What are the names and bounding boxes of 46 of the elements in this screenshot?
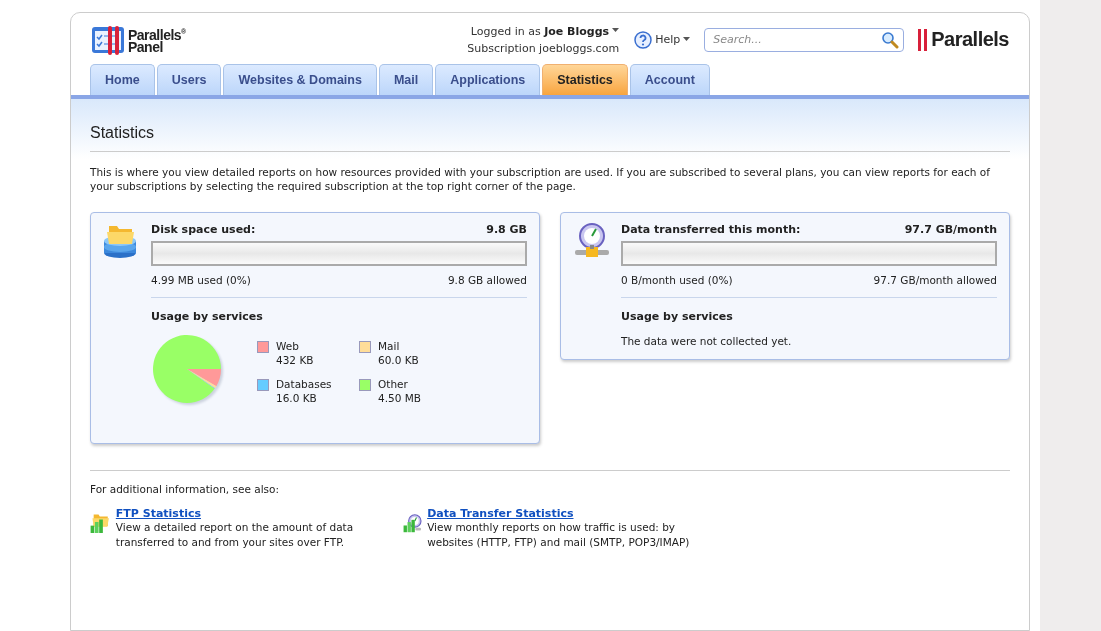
nav-tab[interactable]: Account <box>629 64 710 95</box>
search-icon <box>881 30 900 49</box>
legend-value: 432 KB <box>276 353 314 367</box>
nav-tab[interactable]: Mail <box>378 64 434 95</box>
allowed-text: 97.7 GB/month allowed <box>873 274 997 286</box>
brand-logo-text: Parallels <box>931 28 1009 51</box>
nav-tab[interactable]: Home <box>90 64 155 95</box>
legend-value: 16.0 KB <box>276 391 318 405</box>
gauge-network-icon <box>573 223 611 259</box>
total-value: 9.8 GB <box>486 223 527 236</box>
link-description: View monthly reports on how traffic is used: by websites (HTTP, FTP) and mail (SMTP, POP3/IMAP) <box>427 520 691 550</box>
search-field[interactable]: Search... <box>704 27 905 52</box>
section-heading: Usage by services <box>621 310 734 323</box>
intro-text: For additional information, see also: <box>90 483 280 495</box>
total-value: 97.7 GB/month <box>904 223 997 236</box>
help-menu[interactable]: Help <box>634 30 691 49</box>
nav-tab[interactable]: Applications <box>435 64 541 95</box>
legend-value: 60.0 KB <box>378 353 419 367</box>
report-link[interactable]: Data Transfer Statistics <box>427 507 574 520</box>
report-link[interactable]: FTP Statistics <box>115 507 201 520</box>
legend-label: Other <box>378 377 409 391</box>
section-heading: Usage by services <box>151 310 264 323</box>
subscription-info: Subscription joebloggs.com <box>467 40 620 57</box>
link-description: View a detailed report on the amount of data transferred to and from your sites over FTP. <box>115 520 355 550</box>
checklist-icon <box>91 24 125 55</box>
nav-tab[interactable]: Websites & Domains <box>223 64 377 95</box>
used-text: 0 B/month used (0%) <box>621 274 733 286</box>
caret-icon <box>683 37 691 42</box>
page-title: Statistics <box>90 124 1010 152</box>
caret-icon <box>612 27 620 33</box>
legend-label: Databases <box>276 377 332 391</box>
used-text: 4.99 MB used (0%) <box>151 274 251 286</box>
logo-text: Parallels$^{®}$ Panel <box>128 25 186 55</box>
legend-label: Mail <box>378 339 401 353</box>
card-title: Data transferred this month: <box>621 223 801 236</box>
legend-label: Web <box>276 339 300 353</box>
nav-tab[interactable]: Statistics <box>542 64 628 95</box>
nav-tab[interactable]: Users <box>156 64 222 95</box>
help-icon <box>634 30 653 49</box>
card-title: Disk space used: <box>151 223 256 236</box>
legend-value: 4.50 MB <box>378 391 421 405</box>
brand-bars-icon <box>918 28 928 51</box>
page-description: This is where you view detailed reports on how resources provided with your subscription are used. If you are subscribed to several plans, you can view reports for each of your subscriptions by selecting the required subscription at the top right corner of the page. <box>90 165 991 193</box>
login-info[interactable]: Logged in as Joe Bloggs <box>467 22 620 40</box>
note-text: The data were not collected yet. <box>621 335 793 347</box>
allowed-text: 9.8 GB allowed <box>447 274 527 286</box>
